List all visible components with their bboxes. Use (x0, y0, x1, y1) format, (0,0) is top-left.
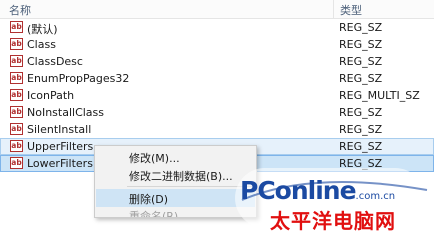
value-type: REG_SZ (339, 55, 383, 68)
value-row-default[interactable]: ab (默认) REG_SZ (0, 19, 434, 36)
value-name: Class (27, 38, 56, 51)
menu-item-label: 修改二进制数据(B)... (129, 170, 233, 183)
value-type: REG_SZ (339, 21, 383, 34)
value-name: IconPath (27, 89, 75, 102)
value-name: SilentInstall (27, 123, 92, 136)
value-name: (默认) (27, 23, 58, 36)
string-value-icon: ab (10, 123, 23, 135)
string-value-icon: ab (10, 21, 23, 33)
value-type: REG_MULTI_SZ (339, 89, 420, 102)
menu-item-label: 重命名(R) (129, 210, 179, 217)
value-name: ClassDesc (27, 55, 83, 68)
value-row-classdesc[interactable]: ab ClassDesc REG_SZ (0, 53, 434, 70)
string-value-icon: ab (10, 72, 23, 84)
watermark-brand: PConline (240, 176, 357, 205)
string-value-icon: ab (10, 157, 23, 169)
value-name: LowerFilters (27, 157, 93, 170)
value-type: REG_SZ (339, 140, 383, 153)
string-value-icon: ab (10, 106, 23, 118)
value-type: REG_SZ (339, 72, 383, 85)
value-name: UpperFilters (27, 140, 94, 153)
column-header: 名称 类型 (0, 0, 434, 19)
column-divider[interactable] (333, 0, 334, 18)
string-value-icon: ab (10, 55, 23, 67)
string-value-icon: ab (10, 89, 23, 101)
value-name: EnumPropPages32 (27, 72, 130, 85)
string-value-icon: ab (10, 140, 23, 152)
value-type: REG_SZ (339, 123, 383, 136)
menu-item-modify[interactable]: 修改(M)... (96, 148, 255, 166)
watermark-domain: .com.cn (355, 191, 396, 202)
value-row-noinstallclass[interactable]: ab NoInstallClass REG_SZ (0, 104, 434, 121)
value-name: NoInstallClass (27, 106, 105, 119)
type-column-header[interactable]: 类型 (340, 2, 362, 18)
value-type: REG_SZ (339, 106, 383, 119)
value-type: REG_SZ (339, 38, 383, 51)
value-row-enumproppages32[interactable]: ab EnumPropPages32 REG_SZ (0, 70, 434, 87)
string-value-icon: ab (10, 38, 23, 50)
menu-item-label: 修改(M)... (129, 152, 180, 165)
value-row-iconpath[interactable]: ab IconPath REG_MULTI_SZ (0, 87, 434, 104)
value-row-silentinstall[interactable]: ab SilentInstall REG_SZ (0, 121, 434, 138)
value-row-class[interactable]: ab Class REG_SZ (0, 36, 434, 53)
watermark-chinese: 太平洋电脑网 (270, 209, 396, 233)
name-column-header[interactable]: 名称 (9, 2, 31, 18)
watermark-logo: PConline.com.cn (240, 176, 395, 205)
menu-item-label: 删除(D) (129, 193, 169, 206)
